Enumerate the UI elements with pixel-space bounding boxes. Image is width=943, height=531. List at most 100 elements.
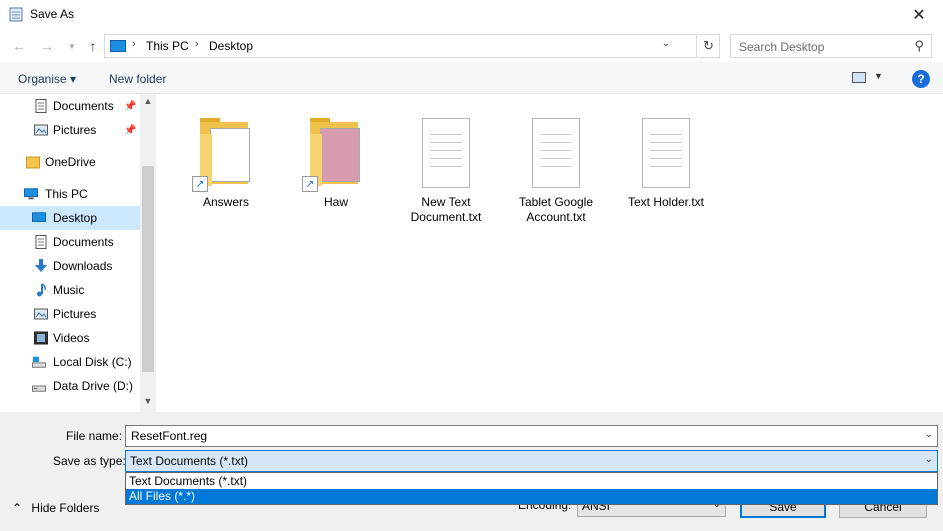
file-item-text-holder[interactable]: Text Holder.txt [618,104,714,210]
file-item-haw[interactable]: ↗ Haw [288,104,384,210]
chevron-up-icon: ⌃ [12,501,23,515]
sidebar-item-label: Videos [53,331,90,345]
view-options-icon[interactable] [852,72,866,83]
pc-icon [24,188,38,200]
sidebar-item-label: Documents [53,235,114,249]
pin-icon: 📌 [124,124,137,136]
back-button[interactable]: ← [10,37,28,55]
up-arrow-icon: ↑ [89,38,97,54]
scrollbar-thumb[interactable] [142,166,154,372]
chevron-down-icon[interactable]: ⌄ [925,429,933,440]
title-bar: Save As ✕ [0,0,943,30]
hide-folders-button[interactable]: ⌃ Hide Folders [12,501,99,515]
forward-arrow-icon: → [40,38,54,54]
documents-icon [35,99,47,113]
sidebar-item-label: Documents [53,99,114,113]
sidebar-item-data-drive-d[interactable]: Data Drive (D:) [0,374,140,398]
sidebar-item-this-pc[interactable]: This PC [0,182,140,206]
shortcut-arrow-icon: ↗ [192,176,208,192]
address-bar[interactable]: › This PC › Desktop ⌄ [104,34,697,58]
navigation-pane: Documents 📌 Pictures 📌 OneDrive This PC … [0,94,156,412]
file-label: Haw [323,195,348,209]
search-input[interactable]: Search Desktop [739,40,824,54]
chevron-right-icon[interactable]: › [132,38,136,50]
back-arrow-icon: ← [12,38,26,54]
text-file-icon [414,104,478,192]
breadcrumb-this-pc[interactable]: This PC [146,39,189,53]
save-form: File name: ResetFont.reg ⌄ Save as type:… [0,412,943,531]
new-folder-button[interactable]: New folder [109,72,166,86]
sidebar-item-documents[interactable]: Documents [0,230,140,254]
up-button[interactable]: ↑ [84,37,102,55]
dropdown-option-all-files[interactable]: All Files (*.*) [126,489,937,504]
sidebar-item-label: This PC [45,187,88,201]
sidebar-scrollbar[interactable]: ▲ ▼ [140,94,156,412]
sidebar-item-pictures[interactable]: Pictures [0,302,140,326]
chevron-down-icon: ▼ [68,41,76,51]
file-list: ↗ Answers ↗ Haw New Text Document.txt Ta… [156,94,943,412]
pictures-icon [34,124,48,136]
chevron-down-icon[interactable]: ▼ [140,396,156,406]
sidebar-item-desktop[interactable]: Desktop [0,206,140,230]
chevron-down-icon[interactable]: ▼ [874,71,883,81]
download-icon [35,259,47,272]
file-item-tablet-google-account[interactable]: Tablet Google Account.txt [508,104,604,225]
file-label: New Text Document.txt [410,195,482,224]
sidebar-item-downloads[interactable]: Downloads [0,254,140,278]
sidebar-item-label: Data Drive (D:) [53,379,134,393]
sidebar-item-pictures-pinned[interactable]: Pictures 📌 [0,118,140,142]
forward-button[interactable]: → [38,37,56,55]
shortcut-arrow-icon: ↗ [302,176,318,192]
save-type-select[interactable]: Text Documents (*.txt) ⌄ [125,450,938,472]
text-file-icon [524,104,588,192]
close-button[interactable]: ✕ [901,0,937,30]
sidebar-item-label: Pictures [53,307,97,321]
organise-button[interactable]: Organise ▾ [18,72,76,86]
sidebar-item-label: Pictures [53,123,97,137]
notepad-icon [9,7,23,22]
file-label: Tablet Google Account.txt [518,195,594,224]
breadcrumb-desktop[interactable]: Desktop [209,39,253,53]
chevron-down-icon[interactable]: ⌄ [662,38,670,49]
music-icon [37,283,46,297]
search-icon: ⚲ [914,38,924,53]
folder-icon: ↗ [192,104,260,192]
desktop-icon [32,212,46,222]
chevron-right-icon[interactable]: › [195,38,199,50]
sidebar-item-label: Music [53,283,85,297]
sidebar-item-onedrive[interactable]: OneDrive [0,150,140,174]
command-bar: Organise ▾ New folder ▼ ? [0,62,943,94]
close-icon: ✕ [912,7,926,24]
sidebar-item-videos[interactable]: Videos [0,326,140,350]
sidebar-item-local-disk-c[interactable]: Local Disk (C:) [0,350,140,374]
pin-icon: 📌 [124,100,137,112]
folder-icon: ↗ [302,104,370,192]
documents-icon [35,235,47,249]
refresh-button[interactable]: ↻ [698,34,720,58]
file-name-label: File name: [66,429,123,443]
sidebar-item-label: Desktop [53,211,98,225]
refresh-icon: ↻ [703,38,714,53]
sidebar-item-label: OneDrive [45,155,96,169]
pc-icon [110,40,126,52]
recent-locations-button[interactable]: ▼ [63,37,81,55]
save-type-dropdown: Text Documents (*.txt) All Files (*.*) [125,472,938,505]
pictures-icon [34,308,48,320]
file-name-value[interactable]: ResetFont.reg [131,429,207,443]
navigation-bar: ← → ▼ ↑ › This PC › Desktop ⌄ ↻ Search D… [0,30,943,62]
file-item-answers[interactable]: ↗ Answers [178,104,274,210]
window-title: Save As [30,7,75,21]
search-box[interactable]: Search Desktop ⚲ [730,34,932,58]
save-type-value[interactable]: Text Documents (*.txt) [130,454,248,468]
chevron-up-icon[interactable]: ▲ [140,96,156,106]
folder-icon [26,156,40,169]
chevron-down-icon[interactable]: ⌄ [925,454,933,465]
sidebar-item-label: Local Disk (C:) [53,355,132,369]
sidebar-item-music[interactable]: Music [0,278,140,302]
text-file-icon [634,104,698,192]
dropdown-option-text-documents[interactable]: Text Documents (*.txt) [126,474,937,489]
file-item-new-text-document[interactable]: New Text Document.txt [398,104,494,225]
file-name-field[interactable]: ResetFont.reg ⌄ [125,425,938,447]
help-button[interactable]: ? [912,70,930,88]
sidebar-item-documents-pinned[interactable]: Documents 📌 [0,94,140,118]
